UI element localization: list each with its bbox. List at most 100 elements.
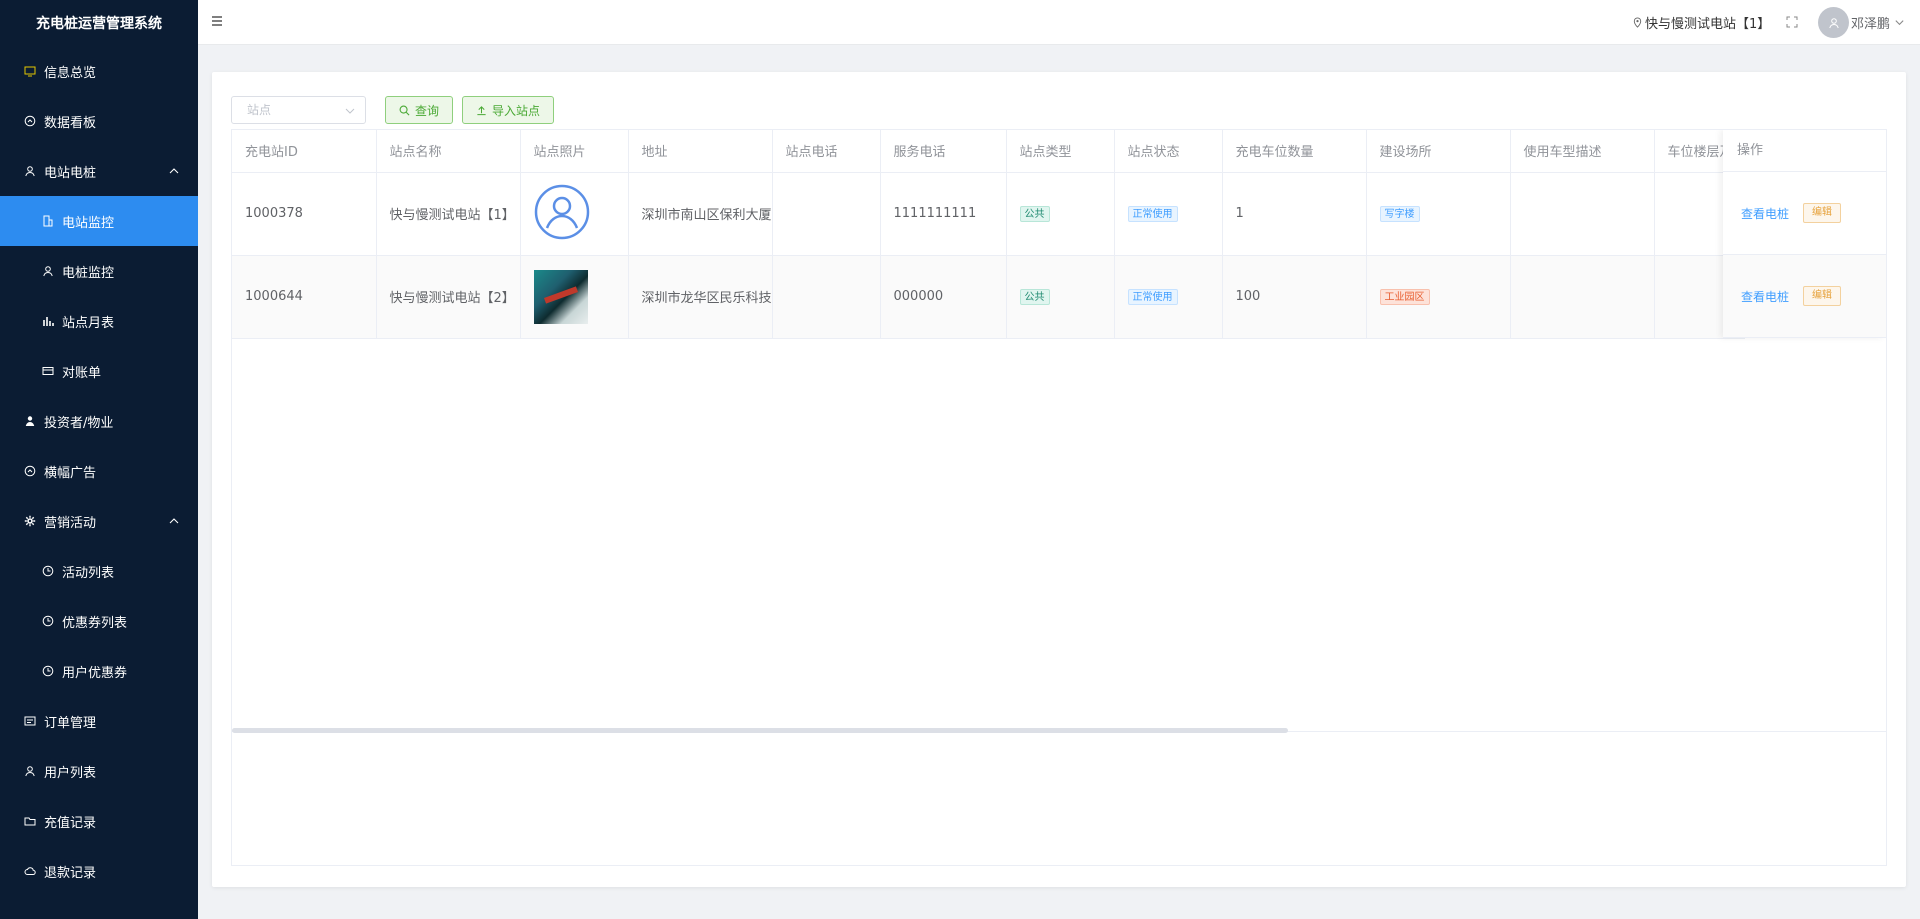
sidebar-item-label: 站点月表: [62, 315, 115, 331]
station-phone-cell: [772, 255, 881, 339]
clock-icon: [42, 565, 54, 577]
list-icon: [24, 715, 36, 727]
service-phone-cell: 000000: [880, 255, 1007, 339]
chevron-down-icon: [345, 108, 355, 114]
sidebar-item[interactable]: 数据看板: [0, 96, 198, 146]
sidebar-item-label: 充值记录: [44, 815, 97, 831]
table-header-row: 充电站ID 站点名称 站点照片 地址 站点电话 服务电话 站点类型 站点状态 充电车位数量 建设场…: [232, 130, 1745, 173]
column-header: 站点照片: [520, 130, 629, 173]
sidebar-item[interactable]: 电站监控: [0, 196, 198, 246]
sidebar-item-label: 退款记录: [44, 865, 97, 881]
column-header: 充电站ID: [232, 130, 377, 173]
sidebar-item-label: 用户优惠券: [62, 665, 128, 681]
horizontal-scrollbar[interactable]: [232, 728, 1288, 733]
station-name-cell: 快与慢测试电站【1】: [376, 172, 521, 256]
column-header: 站点类型: [1006, 130, 1115, 173]
sidebar-item[interactable]: 站点月表: [0, 296, 198, 346]
sidebar-item[interactable]: 信息总览: [0, 46, 198, 96]
sidebar-item[interactable]: 用户优惠券: [0, 646, 198, 696]
person-icon: [24, 415, 36, 427]
sidebar-item[interactable]: 优惠券列表: [0, 596, 198, 646]
sidebar-item[interactable]: 活动列表: [0, 546, 198, 596]
sidebar-item-label: 用户列表: [44, 765, 97, 781]
construction-site-cell: 工业园区: [1366, 255, 1511, 339]
vehicle-desc-cell: [1510, 172, 1655, 256]
station-table: 充电站ID 站点名称 站点照片 地址 站点电话 服务电话 站点类型 站点状态 充电车位数量 建设场…: [231, 129, 1887, 866]
username-label: 邓泽鹏: [1851, 17, 1891, 32]
sidebar-item[interactable]: 充值记录: [0, 796, 198, 846]
parking-count-cell: 1: [1222, 172, 1367, 256]
app-title: 充电桩运营管理系统: [36, 16, 162, 32]
import-station-button[interactable]: 导入站点: [462, 96, 555, 124]
station-photo-cell: [520, 255, 629, 339]
sidebar-item[interactable]: 投资者/物业: [0, 396, 198, 446]
user-group-icon: [24, 165, 36, 177]
station-phone-cell: [772, 172, 881, 256]
station-type-cell: 公共: [1006, 255, 1115, 339]
station-photo[interactable]: [533, 269, 588, 324]
top-header: 快与慢测试电站【1】 邓泽鹏: [198, 0, 1920, 45]
station-status-tag: 正常使用: [1127, 288, 1178, 305]
clock-icon: [42, 665, 54, 677]
user-icon: [42, 265, 54, 277]
sidebar-item-label: 活动列表: [62, 565, 115, 581]
view-piles-link[interactable]: 查看电桩: [1741, 205, 1789, 222]
sidebar-item[interactable]: 电桩监控: [0, 246, 198, 296]
upload-icon: [477, 105, 486, 115]
sidebar-item[interactable]: 营销活动: [0, 496, 198, 546]
construction-site-tag: 工业园区: [1379, 288, 1430, 305]
filter-toolbar: 站点 查询 导入站点: [231, 96, 555, 124]
user-icon: [24, 765, 36, 777]
construction-site-tag: 写字楼: [1379, 205, 1420, 222]
query-button[interactable]: 查询: [385, 96, 454, 124]
sidebar-item-label: 横幅广告: [44, 465, 97, 481]
station-type-tag: 公共: [1019, 288, 1050, 305]
view-piles-link[interactable]: 查看电桩: [1741, 288, 1789, 305]
sidebar-item[interactable]: 横幅广告: [0, 446, 198, 496]
default-avatar-icon: [534, 184, 589, 239]
sidebar-item[interactable]: 对账单: [0, 346, 198, 396]
dashboard-icon: [24, 465, 36, 477]
sidebar-item[interactable]: 退款记录: [0, 846, 198, 896]
vehicle-desc-cell: [1510, 255, 1655, 339]
sidebar-item[interactable]: 订单管理: [0, 696, 198, 746]
station-status-cell: 正常使用: [1114, 255, 1223, 339]
import-station-label: 导入站点: [492, 103, 541, 118]
sidebar-item-label: 数据看板: [44, 115, 97, 131]
station-status-tag: 正常使用: [1127, 205, 1178, 222]
sidebar-item-label: 对账单: [62, 365, 102, 381]
sidebar-item[interactable]: 用户列表: [0, 746, 198, 796]
dashboard-icon: [24, 115, 36, 127]
address-cell: 深圳市南山区保利大厦: [628, 172, 773, 256]
operation-cell: 查看电桩 编辑: [1723, 255, 1886, 338]
sidebar-item-label: 电桩监控: [62, 265, 115, 281]
user-menu[interactable]: 邓泽鹏: [1851, 13, 1905, 32]
address-cell: 深圳市龙华区民乐科技: [628, 255, 773, 339]
search-icon: [399, 105, 410, 115]
gear-icon: [24, 515, 36, 527]
current-station-selector[interactable]: 快与慢测试电站【1】: [1632, 13, 1770, 32]
column-header: 站点电话: [772, 130, 881, 173]
hamburger-icon[interactable]: [211, 15, 223, 27]
sidebar-item-label: 优惠券列表: [62, 615, 128, 631]
chevron-down-icon: [1895, 20, 1904, 26]
table-row: 1000378 快与慢测试电站【1】 深圳市南山区保利大厦 1111111111 公共 正…: [232, 172, 1745, 256]
construction-site-cell: 写字楼: [1366, 172, 1511, 256]
building-icon: [42, 215, 54, 227]
location-icon: [1633, 17, 1642, 28]
station-select[interactable]: 站点: [231, 96, 366, 124]
sidebar-item-label: 信息总览: [44, 65, 97, 81]
sidebar-item-label: 营销活动: [44, 515, 97, 531]
column-header: 服务电话: [880, 130, 1007, 173]
folder-icon: [24, 815, 36, 827]
column-header: 站点状态: [1114, 130, 1223, 173]
fullscreen-icon[interactable]: [1786, 16, 1798, 28]
user-avatar[interactable]: [1818, 7, 1849, 38]
station-id-cell: 1000378: [232, 172, 377, 256]
sidebar-item-label: 投资者/物业: [44, 415, 114, 431]
edit-button[interactable]: 编辑: [1803, 203, 1842, 223]
station-name-cell: 快与慢测试电站【2】: [376, 255, 521, 339]
edit-button[interactable]: 编辑: [1803, 286, 1842, 306]
sidebar-item[interactable]: 电站电桩: [0, 146, 198, 196]
station-status-cell: 正常使用: [1114, 172, 1223, 256]
